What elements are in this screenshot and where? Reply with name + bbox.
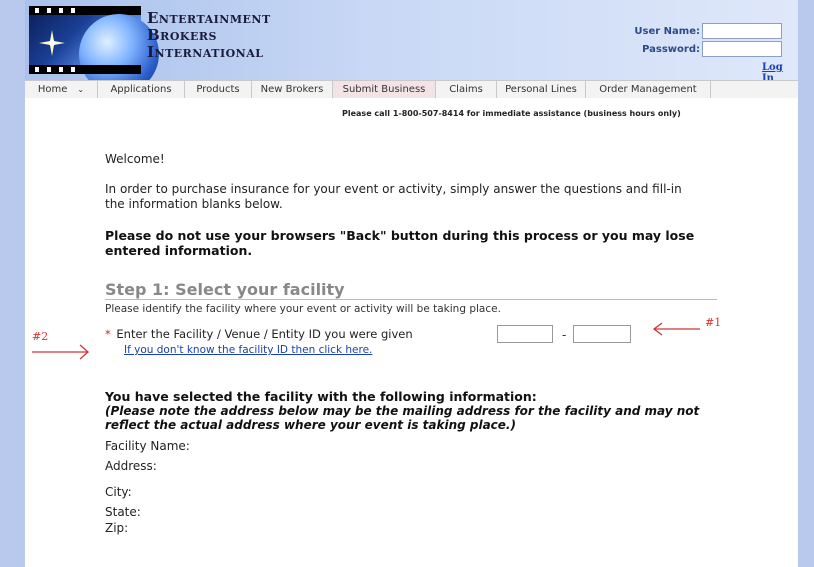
facility-id-input-2[interactable] <box>573 325 631 343</box>
password-label: Password: <box>642 44 700 55</box>
nav-item-label: Products <box>196 84 240 95</box>
site-logo-text[interactable]: Entertainment Brokers International <box>147 10 271 61</box>
intro-text: In order to purchase insurance for your … <box>105 182 682 211</box>
logo-line-2: Brokers <box>147 26 217 44</box>
nav-item-new-brokers[interactable]: New Brokers <box>252 81 333 98</box>
nav-item-applications[interactable]: Applications <box>98 81 185 98</box>
zip-label: Zip: <box>105 521 129 535</box>
step-title: Step 1: Select your facility <box>105 280 345 299</box>
selected-facility-heading: You have selected the facility with the … <box>105 389 537 404</box>
facility-id-label: * Enter the Facility / Venue / Entity ID… <box>105 327 413 341</box>
selected-facility-note: (Please note the address below may be th… <box>105 404 700 432</box>
annotation-label-2: #2 <box>32 330 49 343</box>
nav-item-label: Applications <box>110 84 172 95</box>
nav-item-label: Order Management <box>599 84 697 95</box>
city-label: City: <box>105 485 132 499</box>
site-header: Entertainment Brokers International User… <box>25 0 798 80</box>
logo-line-3: International <box>147 43 264 61</box>
username-label: User Name: <box>634 26 700 37</box>
login-link[interactable]: Log In <box>762 62 798 80</box>
annotation-arrow-1-icon <box>652 322 700 336</box>
nav-item-label: Submit Business <box>342 84 426 95</box>
address-label: Address: <box>105 459 157 473</box>
id-separator: - <box>562 328 567 342</box>
nav-item-claims[interactable]: Claims <box>436 81 497 98</box>
nav-item-label: Claims <box>449 84 483 95</box>
step-description: Please identify the facility where your … <box>105 303 501 315</box>
facility-prompt-text: Enter the Facility / Venue / Entity ID y… <box>116 327 413 341</box>
step-divider <box>105 299 717 300</box>
logo-image <box>29 6 159 80</box>
assistance-notice: Please call 1-800-507-8414 for immediate… <box>342 109 681 118</box>
password-input[interactable] <box>702 41 782 57</box>
state-label: State: <box>105 505 141 519</box>
nav-item-label: New Brokers <box>260 84 324 95</box>
annotation-label-1: #1 <box>705 316 722 329</box>
back-button-warning: Please do not use your browsers "Back" b… <box>105 228 695 258</box>
logo-line-1: Entertainment <box>147 9 271 27</box>
required-marker: * <box>105 327 111 341</box>
nav-item-label: Personal Lines <box>505 84 577 95</box>
nav-item-order-management[interactable]: Order Management <box>586 81 711 98</box>
film-strip-bottom <box>29 65 141 74</box>
main-nav: Home ⌄ Applications Products New Brokers… <box>25 80 798 99</box>
nav-item-label: Home <box>37 84 68 95</box>
facility-name-label: Facility Name: <box>105 439 190 453</box>
facility-lookup-link[interactable]: If you don't know the facility ID then c… <box>124 344 372 356</box>
nav-item-products[interactable]: Products <box>185 81 252 98</box>
nav-item-submit-business[interactable]: Submit Business <box>333 81 436 98</box>
facility-id-input-1[interactable] <box>497 325 553 343</box>
annotation-arrow-2-icon <box>32 344 89 360</box>
chevron-down-icon: ⌄ <box>77 85 85 94</box>
username-input[interactable] <box>702 23 782 39</box>
right-margin <box>798 0 814 567</box>
star-icon <box>39 30 65 56</box>
left-margin <box>0 0 25 567</box>
nav-item-home[interactable]: Home ⌄ <box>25 81 98 98</box>
nav-item-personal-lines[interactable]: Personal Lines <box>497 81 586 98</box>
welcome-text: Welcome! <box>105 152 165 166</box>
